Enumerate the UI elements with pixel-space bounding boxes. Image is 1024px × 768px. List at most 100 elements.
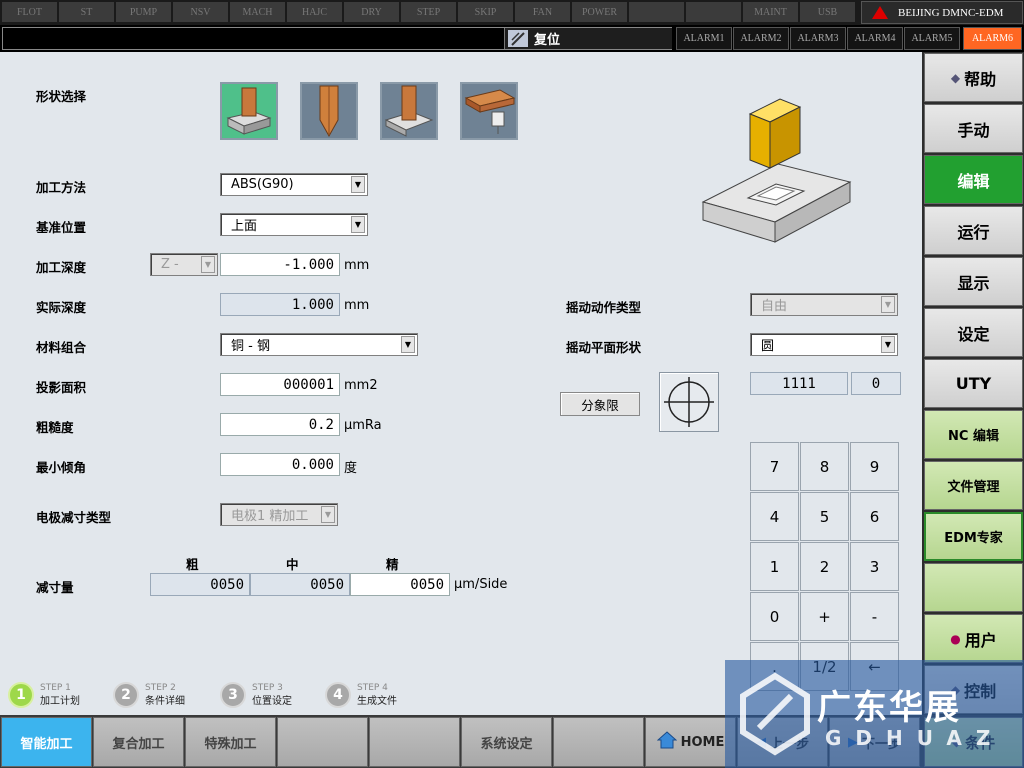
axis-select[interactable]: Z - ▼ <box>150 253 218 276</box>
shape-option-pocket[interactable] <box>220 82 278 140</box>
key-3[interactable]: 3 <box>850 542 899 591</box>
tab-special-machining[interactable]: 特殊加工 <box>185 717 276 767</box>
sidebar-control-button[interactable]: ◆ 控制 <box>924 665 1023 714</box>
sidebar-nc-edit-button[interactable]: NC 编辑 <box>924 410 1023 459</box>
alarm-2: ALARM2 <box>733 27 789 50</box>
step-label: STEP 3 <box>252 683 283 693</box>
angle-unit: 度 <box>344 461 358 476</box>
indicator-power: POWER <box>572 2 627 22</box>
prev-step-button[interactable]: ◀ 上一步 <box>737 717 828 767</box>
sidebar-help-button[interactable]: ◆ 帮助 <box>924 53 1023 102</box>
step-3[interactable]: 3 STEP 3 位置设定 <box>220 682 292 708</box>
shape-option-ramp[interactable] <box>460 82 518 140</box>
shape-select-label: 形状选择 <box>36 89 87 104</box>
shape-option-hole[interactable] <box>380 82 438 140</box>
indicator-bar: FLOT ST PUMP NSV MACH HAJC DRY STEP SKIP… <box>0 0 1024 25</box>
home-icon <box>656 731 677 753</box>
area-label: 投影面积 <box>36 380 87 395</box>
key-6[interactable]: 6 <box>850 492 899 541</box>
quadrant-code-value: 1111 <box>750 372 848 395</box>
roughness-input[interactable]: 0.2 <box>220 413 340 436</box>
area-input[interactable]: 000001 <box>220 373 340 396</box>
brand-text: BEIJING DMNC-EDM <box>898 6 1004 19</box>
key-4[interactable]: 4 <box>750 492 799 541</box>
users-icon: ● <box>950 631 961 646</box>
alarm-1: ALARM1 <box>676 27 732 50</box>
next-label: 下一步 <box>861 736 901 752</box>
step-number: 2 <box>113 682 139 708</box>
electrode-select[interactable]: 电极1 精加工 ▼ <box>220 503 338 526</box>
key-9[interactable]: 9 <box>850 442 899 491</box>
key-plus[interactable]: + <box>800 592 849 641</box>
reduction-unit: μm/Side <box>454 577 508 592</box>
sidebar-settings-button[interactable]: 设定 <box>924 308 1023 357</box>
condition-button[interactable]: ◆ 条件 <box>924 717 1023 767</box>
actual-depth-unit: mm <box>344 298 370 313</box>
step-text: 条件详细 <box>145 696 185 707</box>
sidebar-display-button[interactable]: 显示 <box>924 257 1023 306</box>
key-1[interactable]: 1 <box>750 542 799 591</box>
home-button[interactable]: HOME <box>645 717 736 767</box>
reduction-fine-input[interactable]: 0050 <box>350 573 450 596</box>
orbit-type-select[interactable]: 自由 ▼ <box>750 293 898 316</box>
indicator-pump: PUMP <box>116 2 171 22</box>
depth-input[interactable]: -1.000 <box>220 253 340 276</box>
help-label: 帮助 <box>964 69 997 89</box>
key-8[interactable]: 8 <box>800 442 849 491</box>
help-book-icon: ◆ <box>950 70 961 85</box>
depth-unit: mm <box>344 258 370 273</box>
angle-input[interactable]: 0.000 <box>220 453 340 476</box>
sidebar-user-button[interactable]: ● 用户 <box>924 614 1023 663</box>
reference-select[interactable]: 上面 ▼ <box>220 213 368 236</box>
sidebar-run-button[interactable]: 运行 <box>924 206 1023 255</box>
tab-blank-1[interactable] <box>277 717 368 767</box>
step-1[interactable]: 1 STEP 1 加工计划 <box>8 682 80 708</box>
material-select[interactable]: 铜 - 钢 ▼ <box>220 333 418 356</box>
method-select[interactable]: ABS(G90) ▼ <box>220 173 368 196</box>
key-half[interactable]: 1/2 <box>800 642 849 691</box>
key-dot[interactable]: . <box>750 642 799 691</box>
next-step-button[interactable]: ▶ 下一步 <box>829 717 920 767</box>
chevron-down-icon: ▼ <box>881 296 895 313</box>
key-7[interactable]: 7 <box>750 442 799 491</box>
sidebar-edit-button[interactable]: 编辑 <box>924 155 1023 204</box>
arrow-left-icon: ◀ <box>755 734 766 750</box>
roughness-unit: μmRa <box>344 418 382 433</box>
tab-compound-machining[interactable]: 复合加工 <box>93 717 184 767</box>
sidebar-file-management-button[interactable]: 文件管理 <box>924 461 1023 510</box>
step-text: 生成文件 <box>357 696 397 707</box>
sidebar-uty-button[interactable]: UTY <box>924 359 1023 408</box>
sidebar-blank-button[interactable] <box>924 563 1023 612</box>
indicator-fan: FAN <box>515 2 570 22</box>
key-2[interactable]: 2 <box>800 542 849 591</box>
orbit-plane-select[interactable]: 圆 ▼ <box>750 333 898 356</box>
alarm-5: ALARM5 <box>904 27 960 50</box>
quadrant-selector[interactable] <box>659 372 719 432</box>
material-label: 材料组合 <box>36 340 87 355</box>
crosshair-circle-icon <box>664 377 714 427</box>
sidebar-edm-expert-button[interactable]: EDM专家 <box>924 512 1023 561</box>
tab-blank-2[interactable] <box>369 717 460 767</box>
step-label: STEP 4 <box>357 683 388 693</box>
key-minus[interactable]: - <box>850 592 899 641</box>
quadrant-button[interactable]: 分象限 <box>560 392 640 416</box>
sidebar-manual-button[interactable]: 手动 <box>924 104 1023 153</box>
tab-smart-machining[interactable]: 智能加工 <box>1 717 92 767</box>
key-backspace[interactable]: ← <box>850 642 899 691</box>
indicator-step: STEP <box>401 2 456 22</box>
reduction-label: 减寸量 <box>36 580 74 595</box>
ramp-shape-icon <box>464 89 516 134</box>
step-2[interactable]: 2 STEP 2 条件详细 <box>113 682 185 708</box>
key-0[interactable]: 0 <box>750 592 799 641</box>
indicator-st: ST <box>59 2 114 22</box>
mode-indicator: 复位 <box>504 28 672 49</box>
shape-option-slot[interactable] <box>300 82 358 140</box>
tab-system-settings[interactable]: 系统设定 <box>461 717 552 767</box>
indicator-skip: SKIP <box>458 2 513 22</box>
indicator-blank <box>629 2 684 22</box>
tab-blank-3[interactable] <box>553 717 644 767</box>
col-mid-label: 中 <box>286 557 299 572</box>
step-4[interactable]: 4 STEP 4 生成文件 <box>325 682 397 708</box>
key-5[interactable]: 5 <box>800 492 849 541</box>
status-bar: 复位 ALARM1 ALARM2 ALARM3 ALARM4 ALARM5 AL… <box>0 26 1024 51</box>
